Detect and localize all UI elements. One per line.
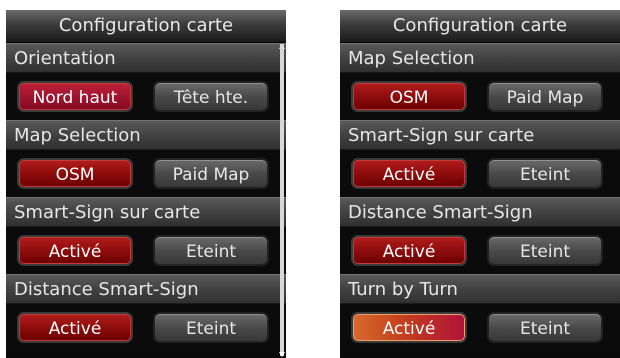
option-row-distance-smart-sign: Activé Eteint <box>6 304 286 351</box>
north-up-button[interactable]: Nord haut <box>17 81 133 112</box>
panel-title: Configuration carte <box>340 10 620 43</box>
scrollbar[interactable] <box>280 44 284 356</box>
option-row-smart-sign: Activé Eteint <box>340 150 620 197</box>
map-config-panel-left: Configuration carte Orientation Nord hau… <box>6 10 286 358</box>
smart-sign-on-button[interactable]: Activé <box>17 235 133 266</box>
scroll-down-icon[interactable] <box>279 352 285 357</box>
osm-button[interactable]: OSM <box>351 81 467 112</box>
distance-smart-sign-off-button[interactable]: Eteint <box>153 312 269 343</box>
turn-by-turn-on-button[interactable]: Activé <box>351 312 467 343</box>
option-row-map-selection: OSM Paid Map <box>340 73 620 120</box>
section-header-map-selection: Map Selection <box>6 120 286 150</box>
smart-sign-on-button[interactable]: Activé <box>351 158 467 189</box>
distance-smart-sign-off-button[interactable]: Eteint <box>487 235 603 266</box>
turn-by-turn-off-button[interactable]: Eteint <box>487 312 603 343</box>
section-header-smart-sign: Smart-Sign sur carte <box>6 197 286 227</box>
paid-map-button[interactable]: Paid Map <box>487 81 603 112</box>
section-header-distance-smart-sign: Distance Smart-Sign <box>340 197 620 227</box>
option-row-distance-smart-sign: Activé Eteint <box>340 227 620 274</box>
smart-sign-off-button[interactable]: Eteint <box>153 235 269 266</box>
panel-title: Configuration carte <box>6 10 286 43</box>
distance-smart-sign-on-button[interactable]: Activé <box>351 235 467 266</box>
section-header-smart-sign: Smart-Sign sur carte <box>340 120 620 150</box>
option-row-turn-by-turn: Activé Eteint <box>340 304 620 351</box>
option-row-map-selection: OSM Paid Map <box>6 150 286 197</box>
map-config-panel-right: Configuration carte Map Selection OSM Pa… <box>340 10 620 358</box>
option-row-orientation: Nord haut Tête hte. <box>6 73 286 120</box>
paid-map-button[interactable]: Paid Map <box>153 158 269 189</box>
distance-smart-sign-on-button[interactable]: Activé <box>17 312 133 343</box>
section-header-turn-by-turn: Turn by Turn <box>340 274 620 304</box>
osm-button[interactable]: OSM <box>17 158 133 189</box>
smart-sign-off-button[interactable]: Eteint <box>487 158 603 189</box>
option-row-smart-sign: Activé Eteint <box>6 227 286 274</box>
heading-up-button[interactable]: Tête hte. <box>153 81 269 112</box>
section-header-distance-smart-sign: Distance Smart-Sign <box>6 274 286 304</box>
section-header-map-selection: Map Selection <box>340 43 620 73</box>
section-header-orientation: Orientation <box>6 43 286 73</box>
